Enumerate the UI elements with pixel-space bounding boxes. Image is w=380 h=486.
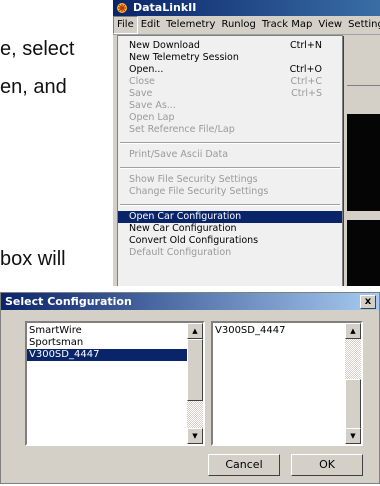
right-list-scrollbar[interactable]: ▲ ▼ [345, 323, 361, 444]
menu-item-label: Save As... [129, 100, 176, 111]
menu-item-change-file-security: Change File Security Settings [118, 186, 342, 198]
app-background-panel [347, 35, 380, 286]
menu-item-label: Close [129, 76, 155, 87]
configuration-list-right[interactable]: V300SD_4447 ▲ ▼ [211, 321, 363, 446]
configuration-list-left[interactable]: SmartWire Sportsman V300SD_4447 ▲ ▼ [25, 321, 205, 446]
list-item[interactable]: SmartWire [27, 325, 203, 337]
dark-panel-lower [347, 220, 380, 286]
document-text-line-2: en, and [0, 76, 67, 98]
menu-item-label: Show File Security Settings [129, 174, 258, 185]
document-text-line-3: box will [0, 248, 66, 270]
menu-item-open-lap: Open Lap [118, 112, 342, 124]
menu-item-new-telemetry-session[interactable]: New Telemetry Session [118, 52, 342, 64]
menu-item-label: Open... [129, 64, 164, 75]
menu-item-label: Print/Save Ascii Data [129, 149, 229, 160]
shortcut-label: Ctrl+O [289, 64, 322, 75]
left-list-scrollbar[interactable]: ▲ ▼ [187, 323, 203, 444]
scroll-down-arrow-icon[interactable]: ▼ [345, 428, 361, 444]
menu-separator [120, 167, 340, 169]
menu-separator [120, 142, 340, 144]
datalink-title-bar: DataLinkII [113, 0, 380, 16]
dark-panel [347, 114, 380, 211]
menu-item-label: New Download [129, 40, 200, 51]
ok-button[interactable]: OK [291, 454, 363, 476]
menu-separator [120, 204, 340, 206]
panel-divider [347, 85, 380, 86]
menu-item-set-reference-file-lap: Set Reference File/Lap [118, 124, 342, 136]
dialog-title: Select Configuration [5, 295, 132, 308]
menu-item-open-car-configuration[interactable]: Open Car Configuration [118, 211, 342, 223]
shortcut-label: Ctrl+N [290, 40, 322, 51]
menu-item-open[interactable]: Open... Ctrl+O [118, 64, 342, 76]
menu-item-save-as: Save As... [118, 100, 342, 112]
close-icon: x [364, 296, 372, 307]
menu-item-label: Convert Old Configurations [129, 235, 259, 246]
menu-file[interactable]: File [113, 16, 138, 34]
menu-telemetry[interactable]: Telemetry [163, 16, 218, 34]
datalink-title: DataLinkII [133, 1, 197, 14]
menu-item-label: Set Reference File/Lap [129, 124, 235, 135]
list-item[interactable]: V300SD_4447 [213, 325, 361, 337]
menu-item-label: Default Configuration [129, 247, 232, 258]
menu-item-label: Open Lap [129, 112, 175, 123]
scroll-thumb[interactable] [345, 379, 361, 429]
menu-item-label: Open Car Configuration [129, 211, 242, 222]
menu-settings[interactable]: Settings [345, 16, 380, 34]
menu-item-label: Save [129, 88, 153, 99]
scroll-thumb[interactable] [187, 339, 203, 401]
file-menu-dropdown: New Download Ctrl+N New Telemetry Sessio… [117, 35, 343, 286]
list-item[interactable]: Sportsman [27, 337, 203, 349]
menu-item-new-car-configuration[interactable]: New Car Configuration [118, 223, 342, 235]
menu-runlog[interactable]: Runlog [218, 16, 258, 34]
shortcut-label: Ctrl+C [290, 76, 323, 87]
menu-edit[interactable]: Edit [138, 16, 163, 34]
close-button[interactable]: x [360, 295, 376, 309]
datalink-window: DataLinkII File Edit Telemetry Runlog Tr… [112, 0, 380, 286]
datalink-logo-icon [116, 2, 128, 14]
document-text-line-1: e, select [0, 38, 75, 60]
scroll-up-arrow-icon[interactable]: ▲ [187, 323, 203, 339]
menu-item-label: Change File Security Settings [129, 186, 269, 197]
menu-item-new-download[interactable]: New Download Ctrl+N [118, 40, 342, 52]
list-item-selected[interactable]: V300SD_4447 [27, 349, 187, 361]
menu-track-map[interactable]: Track Map [259, 16, 315, 34]
menu-item-show-file-security: Show File Security Settings [118, 174, 342, 186]
dialog-title-bar: Select Configuration x [1, 293, 379, 310]
menu-item-label: New Car Configuration [129, 223, 237, 234]
menu-bar: File Edit Telemetry Runlog Track Map Vie… [113, 16, 380, 35]
menu-item-convert-old-configurations[interactable]: Convert Old Configurations [118, 235, 342, 247]
shortcut-label: Ctrl+S [291, 88, 322, 99]
menu-item-close: Close Ctrl+C [118, 76, 342, 88]
menu-item-print-save-ascii: Print/Save Ascii Data [118, 149, 342, 161]
menu-item-save: Save Ctrl+S [118, 88, 342, 100]
menu-view[interactable]: View [315, 16, 345, 34]
cancel-button[interactable]: Cancel [208, 454, 280, 476]
scroll-down-arrow-icon[interactable]: ▼ [187, 428, 203, 444]
menu-item-default-configuration: Default Configuration [118, 247, 342, 259]
scroll-up-arrow-icon[interactable]: ▲ [345, 323, 361, 339]
menu-item-label: New Telemetry Session [129, 52, 239, 63]
select-configuration-dialog: Select Configuration x SmartWire Sportsm… [0, 292, 380, 484]
